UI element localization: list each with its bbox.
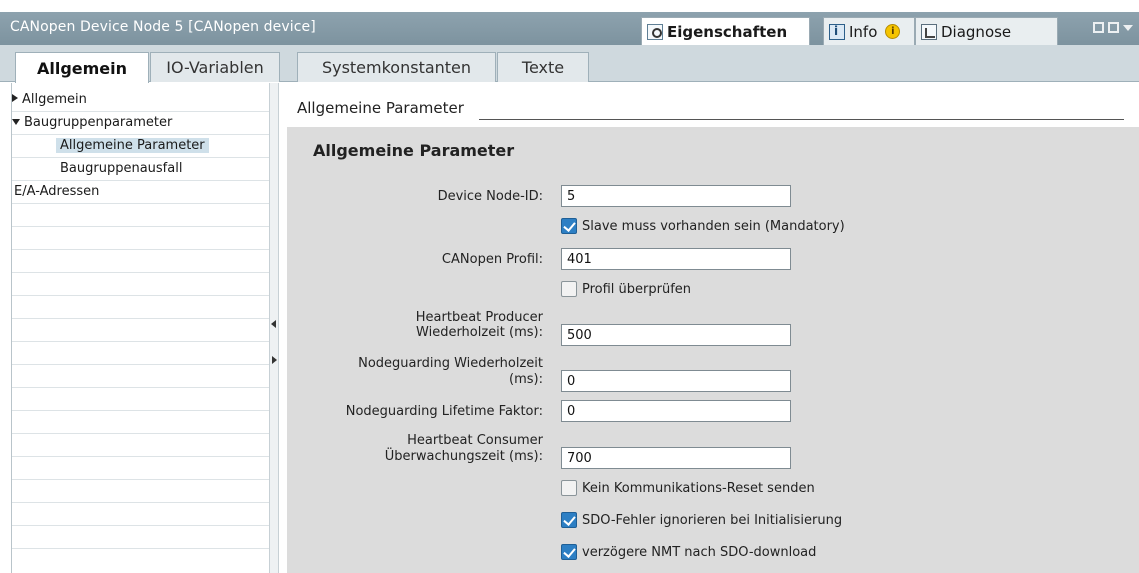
diagnose-icon	[921, 23, 937, 40]
sdo-errors-checkbox[interactable]	[561, 512, 577, 528]
profil-check-checkbox[interactable]	[561, 281, 577, 297]
nodeguarding-time-label-line2: (ms):	[509, 372, 543, 387]
nav-empty-row	[12, 480, 270, 503]
no-reset-checkbox[interactable]	[561, 480, 577, 496]
nav-empty-row	[12, 250, 270, 273]
sdo-errors-label: SDO-Fehler ignorieren bei Initialisierun…	[582, 512, 843, 528]
info-icon	[829, 23, 845, 40]
nav-item-label: Allgemeine Parameter	[56, 138, 209, 153]
heartbeat-producer-label-line1: Heartbeat Producer	[415, 310, 543, 325]
nav-empty-row	[12, 388, 270, 411]
node-id-label: Device Node-ID:	[437, 189, 543, 204]
tab-info-label: Info	[849, 22, 878, 41]
nmt-delay-label: verzögere NMT nach SDO-download	[582, 544, 817, 560]
nav-item-allgemeine-parameter[interactable]: Allgemeine Parameter	[12, 135, 270, 158]
properties-icon	[647, 23, 663, 40]
float-window-icon[interactable]	[1093, 22, 1104, 33]
tab-diagnose-label: Diagnose	[941, 22, 1012, 41]
profil-label: CANopen Profil:	[441, 252, 543, 267]
nmt-delay-row[interactable]: verzögere NMT nach SDO-download	[561, 543, 816, 561]
tab-io-variablen[interactable]: IO-Variablen	[150, 52, 280, 82]
nodeguarding-time-label-line1: Nodeguarding Wiederholzeit	[358, 356, 543, 371]
mandatory-checkbox-row[interactable]: Slave muss vorhanden sein (Mandatory)	[561, 217, 845, 235]
tab-bar: Allgemein IO-Variablen Systemkonstanten …	[0, 45, 1139, 83]
tab-systemkonstanten[interactable]: Systemkonstanten	[297, 52, 496, 82]
section-divider	[479, 119, 1124, 120]
panel-title: Allgemeine Parameter	[313, 141, 515, 160]
nav-empty-row	[12, 296, 270, 319]
nodeguarding-time-field[interactable]	[561, 370, 791, 392]
nav-empty-row	[12, 411, 270, 434]
nav-empty-row	[12, 526, 270, 549]
caret-down-icon[interactable]	[12, 119, 20, 125]
nodeguarding-lifetime-field[interactable]	[561, 400, 791, 422]
nav-item-baugruppenparameter[interactable]: Baugruppenparameter	[12, 112, 270, 135]
parameter-panel: Allgemeine Parameter Device Node-ID: Sla…	[287, 127, 1139, 573]
nav-empty-row	[12, 365, 270, 388]
no-reset-row[interactable]: Kein Kommunikations-Reset senden	[561, 479, 815, 497]
profil-check-row[interactable]: Profil überprüfen	[561, 280, 691, 298]
profil-check-label: Profil überprüfen	[582, 281, 692, 297]
window-controls	[1093, 22, 1133, 33]
nav-empty-row	[12, 342, 270, 365]
tab-diagnose[interactable]: Diagnose	[915, 17, 1058, 45]
nav-item-label: E/A-Adressen	[14, 184, 100, 199]
nav-empty-row	[12, 204, 270, 227]
nav-item-label: Baugruppenparameter	[24, 115, 173, 130]
nav-empty-row	[12, 434, 270, 457]
expand-right-icon[interactable]	[272, 356, 277, 364]
tab-info[interactable]: Info i	[823, 17, 915, 45]
tab-eigenschaften-label: Eigenschaften	[667, 22, 788, 41]
nav-empty-row	[12, 319, 270, 342]
heartbeat-consumer-label-line1: Heartbeat Consumer	[407, 433, 543, 448]
no-reset-label: Kein Kommunikations-Reset senden	[582, 480, 815, 496]
nav-item-allgemein[interactable]: Allgemein	[12, 89, 270, 112]
collapse-left-icon[interactable]	[271, 320, 276, 328]
heartbeat-producer-label-line2: Wiederholzeit (ms):	[416, 325, 543, 340]
main-content: Allgemeine Parameter Allgemeine Paramete…	[279, 83, 1139, 573]
sdo-errors-row[interactable]: SDO-Fehler ignorieren bei Initialisierun…	[561, 511, 842, 529]
nav-item-label: Baugruppenausfall	[60, 161, 183, 176]
nmt-delay-checkbox[interactable]	[561, 544, 577, 560]
nav-item-ea-adressen[interactable]: E/A-Adressen	[12, 181, 270, 204]
nav-empty-row	[12, 503, 270, 526]
window-title: CANopen Device Node 5 [CANopen device]	[10, 19, 316, 35]
profil-field[interactable]	[561, 248, 791, 270]
caret-right-icon[interactable]	[12, 94, 18, 102]
nav-tree: Allgemein Baugruppenparameter Allgemeine…	[11, 83, 270, 573]
title-bar: CANopen Device Node 5 [CANopen device] E…	[0, 12, 1139, 45]
tab-allgemein[interactable]: Allgemein	[15, 52, 149, 83]
nav-item-baugruppenausfall[interactable]: Baugruppenausfall	[12, 158, 270, 181]
section-heading: Allgemeine Parameter	[297, 99, 464, 117]
heartbeat-producer-field[interactable]	[561, 324, 791, 346]
nav-empty-row	[12, 457, 270, 480]
node-id-field[interactable]	[561, 185, 791, 207]
nodeguarding-lifetime-label: Nodeguarding Lifetime Faktor:	[345, 404, 543, 419]
mandatory-checkbox[interactable]	[561, 218, 577, 234]
mandatory-label: Slave muss vorhanden sein (Mandatory)	[582, 218, 845, 234]
heartbeat-consumer-field[interactable]	[561, 447, 791, 469]
chevron-down-icon[interactable]	[1123, 25, 1133, 31]
tab-texte[interactable]: Texte	[497, 52, 589, 82]
warning-badge-icon: i	[885, 24, 901, 39]
nav-item-label: Allgemein	[22, 92, 87, 107]
nav-empty-row	[12, 273, 270, 296]
layout-menu-icon[interactable]	[1108, 22, 1119, 33]
nav-empty-row	[12, 227, 270, 250]
pane-splitter[interactable]	[269, 83, 279, 573]
tab-eigenschaften[interactable]: Eigenschaften	[641, 17, 810, 45]
heartbeat-consumer-label-line2: Überwachungszeit (ms):	[384, 449, 543, 464]
